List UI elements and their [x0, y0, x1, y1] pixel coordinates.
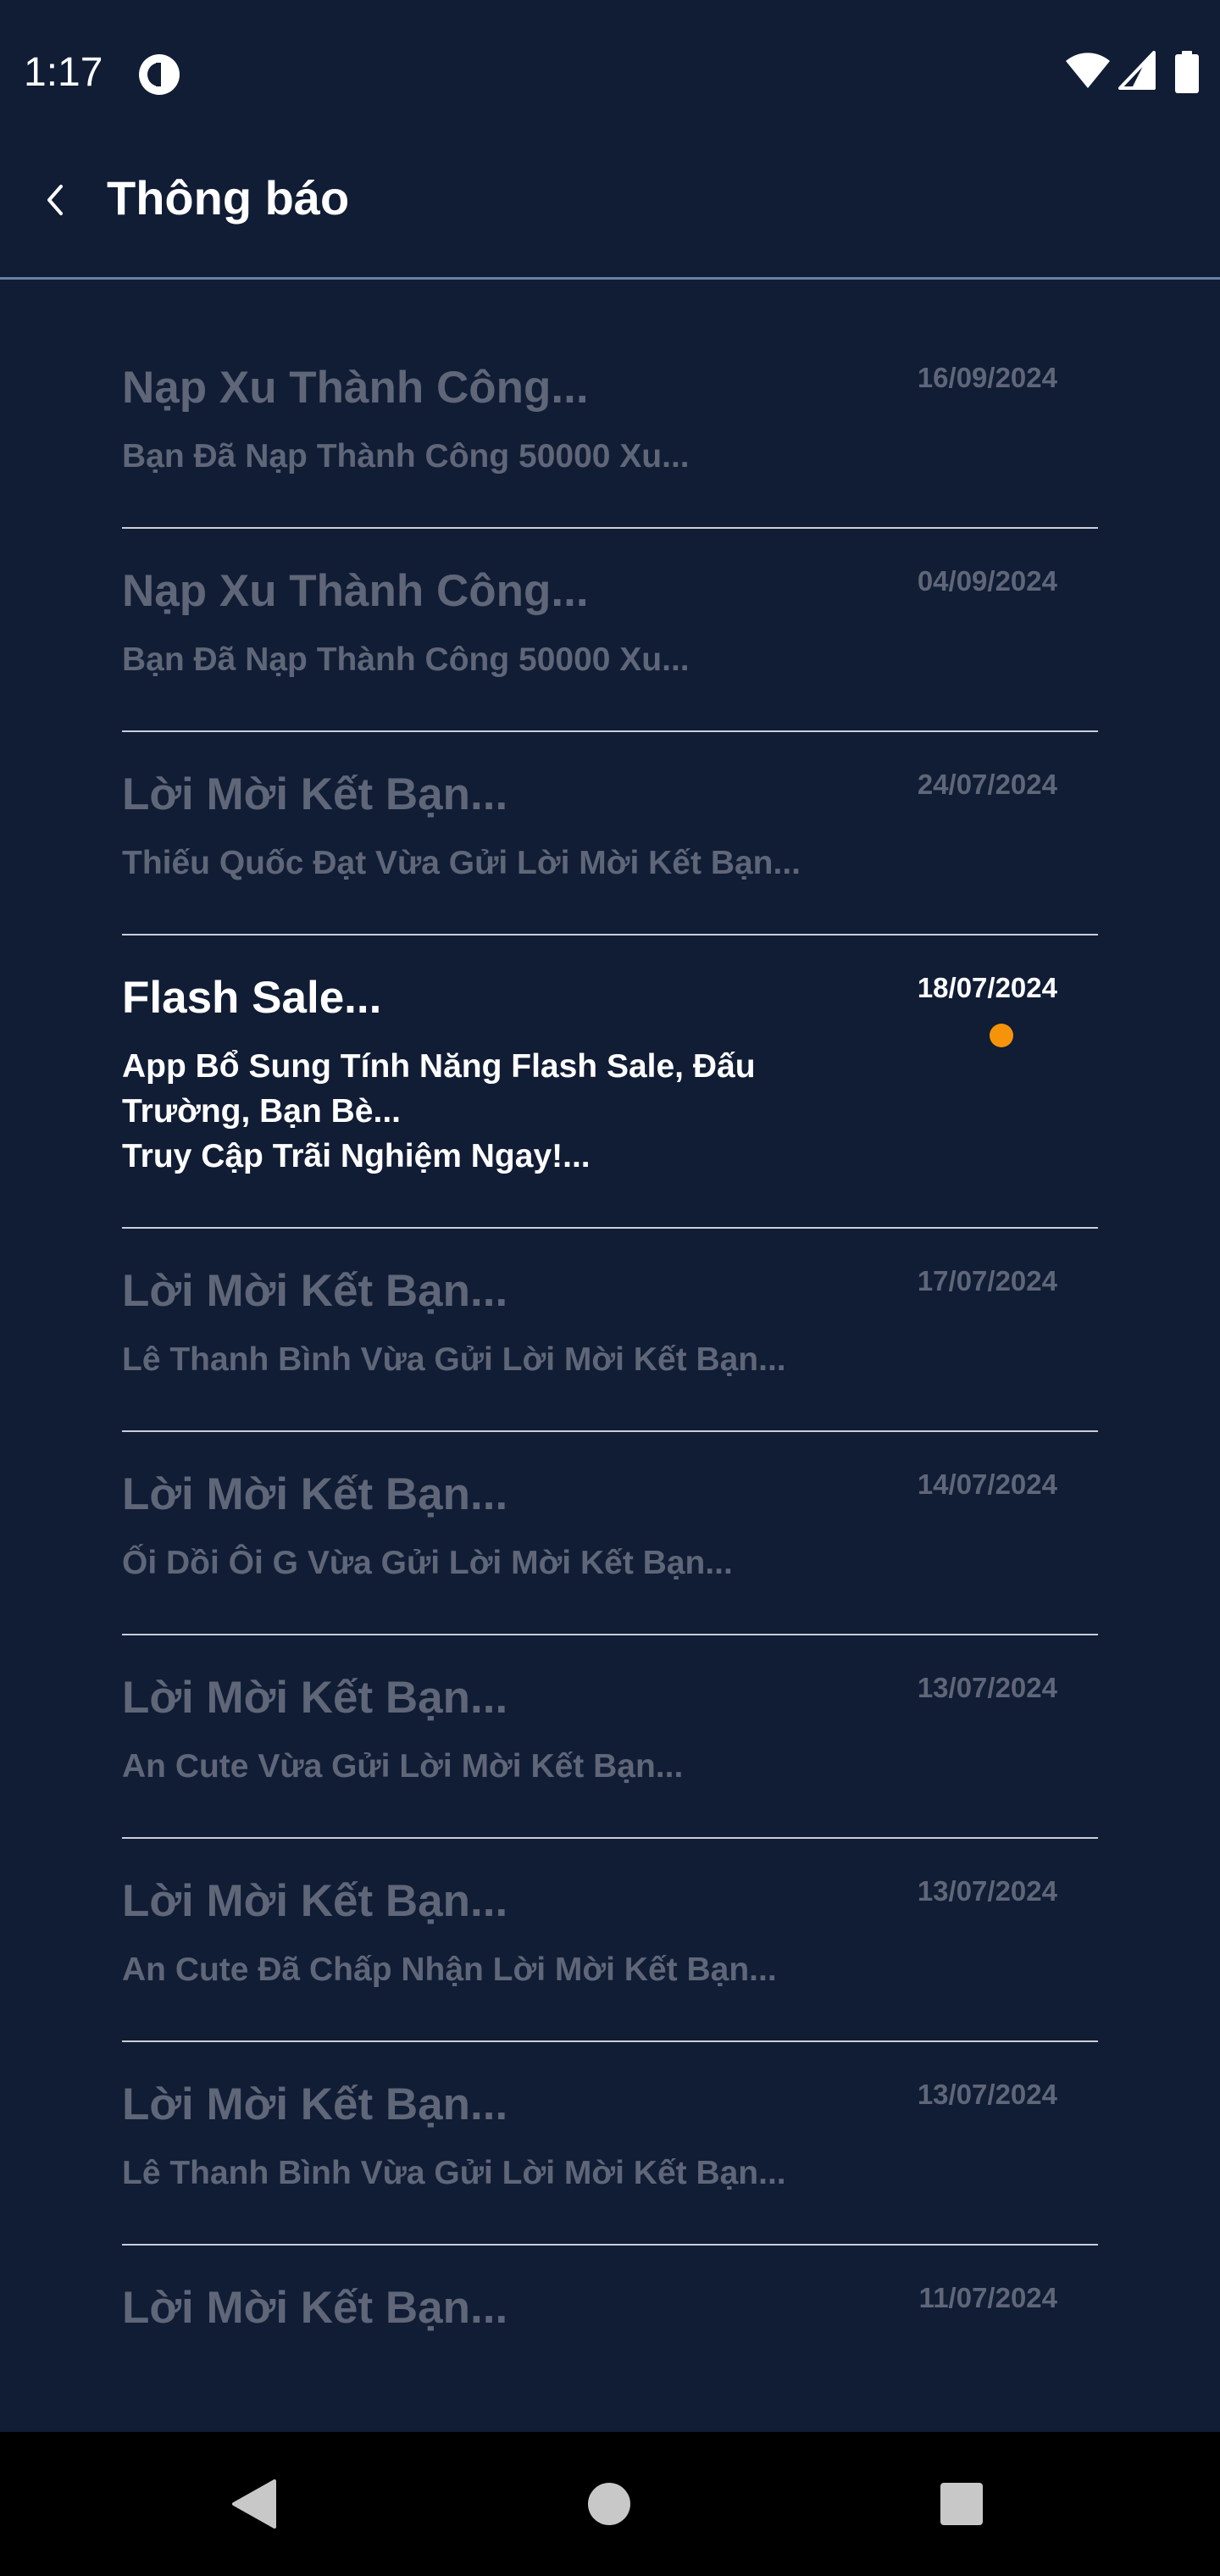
notification-title: Nạp Xu Thành Công...: [122, 363, 589, 413]
notification-title: Lời Mời Kết Bạn...: [122, 1469, 508, 1519]
notification-date: 14/07/2024: [917, 1468, 1057, 1500]
notification-body: An Cute Vừa Gửi Lời Mời Kết Bạn...: [122, 1748, 684, 1785]
notification-body: An Cute Đã Chấp Nhận Lời Mời Kết Bạn...: [122, 1951, 777, 1988]
notification-item[interactable]: Lời Mời Kết Bạn... Lê Thanh Bình Vừa Gửi…: [122, 2042, 1098, 2246]
notification-body: App Bổ Sung Tính Năng Flash Sale, Đấu Tr…: [122, 1048, 756, 1174]
notification-title: Nạp Xu Thành Công...: [122, 566, 589, 616]
notification-item-unread[interactable]: Flash Sale... App Bổ Sung Tính Năng Flas…: [122, 935, 1098, 1229]
unread-dot-icon: [990, 1024, 1013, 1047]
notification-date: 13/07/2024: [917, 1875, 1057, 1907]
notification-date: 17/07/2024: [917, 1265, 1057, 1296]
notification-title: Lời Mời Kết Bạn...: [122, 2079, 508, 2129]
notification-title: Lời Mời Kết Bạn...: [122, 2283, 508, 2333]
status-bar: 1:17: [0, 0, 1220, 144]
wifi-icon: [1066, 53, 1110, 88]
notification-item[interactable]: Lời Mời Kết Bạn... Thiếu Quốc Đạt Vừa Gử…: [122, 732, 1098, 935]
notification-item[interactable]: Nạp Xu Thành Công... Bạn Đã Nạp Thành Cô…: [122, 529, 1098, 732]
notification-title: Flash Sale...: [122, 973, 382, 1023]
notification-date: 13/07/2024: [917, 2079, 1057, 2110]
notification-title: Lời Mời Kết Bạn...: [122, 1876, 508, 1926]
page-title: Thông báo: [107, 171, 350, 225]
chevron-left-icon: [47, 185, 63, 215]
notification-body: Lê Thanh Bình Vừa Gửi Lời Mời Kết Bạn...: [122, 1341, 786, 1378]
top-app-bar: Thông báo: [0, 144, 1220, 280]
system-nav-bar: [0, 2432, 1220, 2576]
nav-recents-icon[interactable]: [939, 2481, 984, 2527]
notification-title: Lời Mời Kết Bạn...: [122, 769, 508, 819]
notification-item[interactable]: Lời Mời Kết Bạn... Lê Thanh Bình Vừa Gửi…: [122, 1229, 1098, 1432]
notification-title: Lời Mời Kết Bạn...: [122, 1266, 508, 1316]
notification-title: Lời Mời Kết Bạn...: [122, 1673, 508, 1723]
notification-date: 04/09/2024: [917, 565, 1057, 597]
nav-home-icon[interactable]: [586, 2481, 632, 2527]
back-button[interactable]: [25, 169, 85, 229]
cell-signal-icon: [1118, 51, 1156, 90]
notification-date: 11/07/2024: [918, 2282, 1057, 2313]
notification-body: Bạn Đã Nạp Thành Công 50000 Xu...: [122, 438, 690, 475]
notification-item[interactable]: Nạp Xu Thành Công... Bạn Đã Nạp Thành Cô…: [122, 325, 1098, 529]
notification-item[interactable]: Lời Mời Kết Bạn... An Cute Đã Chấp Nhận …: [122, 1839, 1098, 2042]
notification-body: Bạn Đã Nạp Thành Công 50000 Xu...: [122, 641, 690, 678]
notification-date: 18/07/2024: [917, 972, 1057, 1003]
notification-body: Lê Thanh Bình Vừa Gửi Lời Mời Kết Bạn...: [122, 2155, 786, 2191]
notification-item[interactable]: Lời Mời Kết Bạn... 11/07/2024: [122, 2246, 1098, 2449]
notification-date: 16/09/2024: [917, 362, 1057, 393]
battery-icon: [1175, 51, 1199, 93]
notification-date: 24/07/2024: [917, 769, 1057, 800]
notification-body: Ối Dồi Ôi G Vừa Gửi Lời Mời Kết Bạn...: [122, 1545, 733, 1581]
notification-item[interactable]: Lời Mời Kết Bạn... Ối Dồi Ôi G Vừa Gửi L…: [122, 1432, 1098, 1635]
status-time: 1:17: [24, 50, 103, 95]
app-status-icon: [137, 53, 181, 97]
notification-item[interactable]: Lời Mời Kết Bạn... An Cute Vừa Gửi Lời M…: [122, 1635, 1098, 1839]
notification-body: Thiếu Quốc Đạt Vừa Gửi Lời Mời Kết Bạn..…: [122, 845, 801, 881]
nav-back-icon[interactable]: [230, 2478, 278, 2530]
notification-list: Nạp Xu Thành Công... Bạn Đã Nạp Thành Cô…: [122, 325, 1098, 2449]
notification-date: 13/07/2024: [917, 1672, 1057, 1703]
